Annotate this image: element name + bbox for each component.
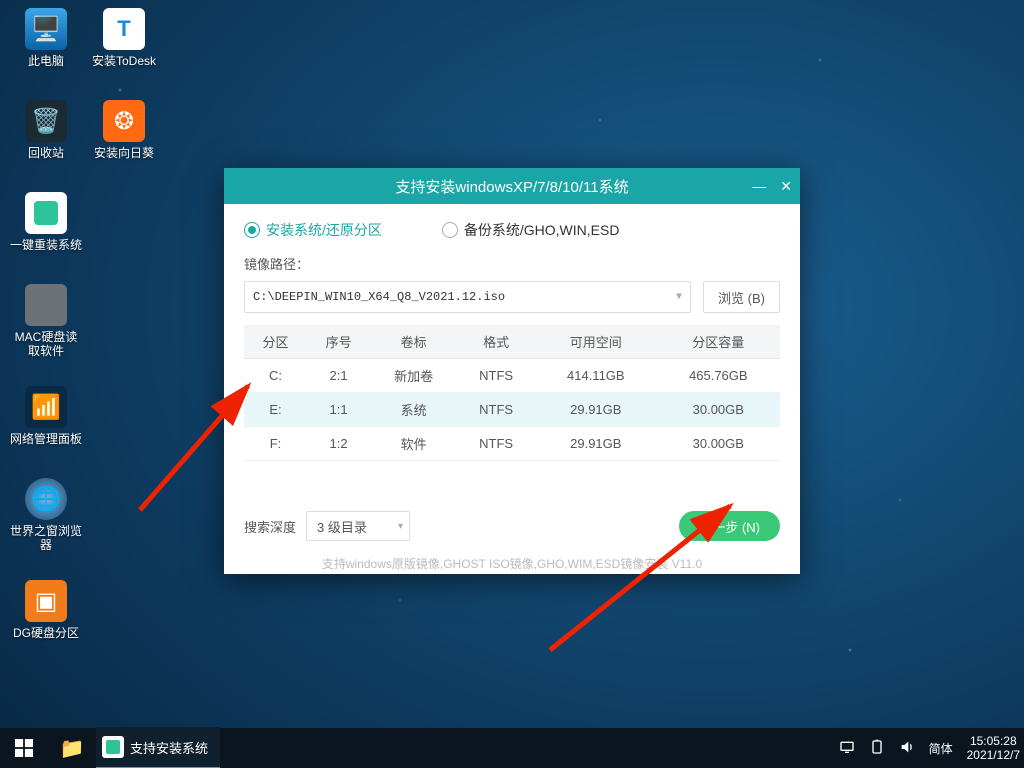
taskbar: 📁 支持安装系统 简体 15:05:28 2021/12/7 (0, 728, 1024, 768)
tray-volume-icon[interactable] (899, 739, 915, 758)
col-format: 格式 (457, 325, 535, 359)
minimize-button[interactable]: — (752, 178, 766, 194)
desktop: 🖥️ 此电脑 🗑️ 回收站 一键重装系统 MAC硬盘读 取软件 📶 网络管理面板… (0, 0, 1024, 768)
start-button[interactable] (0, 728, 48, 768)
image-path-input[interactable]: C:\DEEPIN_WIN10_X64_Q8_V2021.12.iso ▼ (244, 281, 691, 313)
chevron-down-icon[interactable]: ▼ (676, 292, 682, 303)
tray-monitor-icon[interactable] (839, 739, 855, 758)
table-row[interactable]: E: 1:1 系统 NTFS 29.91GB 30.00GB (244, 393, 780, 427)
desktop-icon-reinstall[interactable]: 一键重装系统 (10, 192, 82, 252)
icon-label: 安装ToDesk (88, 54, 160, 68)
radio-backup[interactable]: 备份系统/GHO,WIN,ESD (442, 220, 620, 240)
next-button[interactable]: 下一步 (N) (679, 511, 780, 541)
icon-label: 回收站 (10, 146, 82, 160)
desktop-icon-network-panel[interactable]: 📶 网络管理面板 (10, 386, 82, 446)
icon-label: 安装向日葵 (88, 146, 160, 160)
task-label: 支持安装系统 (130, 738, 208, 757)
icon-label: MAC硬盘读 取软件 (10, 330, 82, 358)
folder-icon: 📁 (60, 736, 85, 761)
desktop-icon-mac-disk[interactable]: MAC硬盘读 取软件 (10, 284, 82, 358)
task-app-icon (102, 736, 124, 758)
col-free: 可用空间 (535, 325, 657, 359)
system-tray: 简体 15:05:28 2021/12/7 (839, 734, 1024, 762)
apple-icon (25, 284, 67, 326)
search-depth-value: 3 级目录 (317, 517, 367, 536)
browse-button[interactable]: 浏览 (B) (703, 281, 780, 313)
radio-label: 备份系统/GHO,WIN,ESD (464, 220, 620, 240)
radio-dot-icon (442, 222, 458, 238)
tray-clock[interactable]: 15:05:28 2021/12/7 (967, 734, 1020, 762)
tray-ime[interactable]: 简体 (929, 740, 953, 757)
file-explorer-button[interactable]: 📁 (48, 728, 96, 768)
table-row[interactable]: C: 2:1 新加卷 NTFS 414.11GB 465.76GB (244, 359, 780, 393)
tray-time: 15:05:28 (967, 734, 1020, 748)
partition-table: 分区 序号 卷标 格式 可用空间 分区容量 C: 2:1 新加卷 NTFS 41… (244, 325, 780, 461)
footer-text: 支持windows原版镜像,GHOST ISO镜像,GHO,WIM,ESD镜像安… (244, 555, 780, 572)
tray-date: 2021/12/7 (967, 748, 1020, 762)
disk-icon: ▣ (25, 580, 67, 622)
close-button[interactable]: ✕ (780, 178, 792, 195)
image-path-value: C:\DEEPIN_WIN10_X64_Q8_V2021.12.iso (253, 290, 505, 304)
globe-icon: 🌐 (25, 478, 67, 520)
desktop-icon-recycle-bin[interactable]: 🗑️ 回收站 (10, 100, 82, 160)
icon-label: 此电脑 (10, 54, 82, 68)
icon-label: 网络管理面板 (10, 432, 82, 446)
col-partition: 分区 (244, 325, 307, 359)
desktop-icon-this-pc[interactable]: 🖥️ 此电脑 (10, 8, 82, 68)
todesk-icon: T (103, 8, 145, 50)
col-capacity: 分区容量 (657, 325, 780, 359)
icon-label: DG硬盘分区 (10, 626, 82, 640)
window-title: 支持安装windowsXP/7/8/10/11系统 (395, 176, 628, 197)
col-volume: 卷标 (370, 325, 457, 359)
monitor-icon: 🖥️ (25, 8, 67, 50)
radio-label: 安装系统/还原分区 (266, 220, 382, 240)
icon-label: 一键重装系统 (10, 238, 82, 252)
installer-window: 支持安装windowsXP/7/8/10/11系统 — ✕ 安装系统/还原分区 … (224, 168, 800, 574)
tray-battery-icon[interactable] (869, 739, 885, 758)
radio-install-restore[interactable]: 安装系统/还原分区 (244, 220, 382, 240)
col-index: 序号 (307, 325, 370, 359)
desktop-icon-browser[interactable]: 🌐 世界之窗浏览 器 (10, 478, 82, 552)
network-icon: 📶 (25, 386, 67, 428)
desktop-icon-sunflower[interactable]: ❂ 安装向日葵 (88, 100, 160, 160)
search-depth-select[interactable]: 3 级目录 (306, 511, 410, 541)
radio-dot-icon (244, 222, 260, 238)
table-row[interactable]: F: 1:2 软件 NTFS 29.91GB 30.00GB (244, 427, 780, 461)
image-path-label: 镜像路径： (244, 254, 780, 273)
titlebar[interactable]: 支持安装windowsXP/7/8/10/11系统 — ✕ (224, 168, 800, 204)
sunflower-icon: ❂ (103, 100, 145, 142)
trash-icon: 🗑️ (25, 100, 67, 142)
taskbar-task-installer[interactable]: 支持安装系统 (96, 727, 220, 768)
icon-label: 世界之窗浏览 器 (10, 524, 82, 552)
reinstall-icon (25, 192, 67, 234)
desktop-icon-dg-partition[interactable]: ▣ DG硬盘分区 (10, 580, 82, 640)
search-depth-label: 搜索深度 (244, 517, 296, 536)
desktop-icon-todesk[interactable]: T 安装ToDesk (88, 8, 160, 68)
windows-icon (15, 739, 33, 757)
